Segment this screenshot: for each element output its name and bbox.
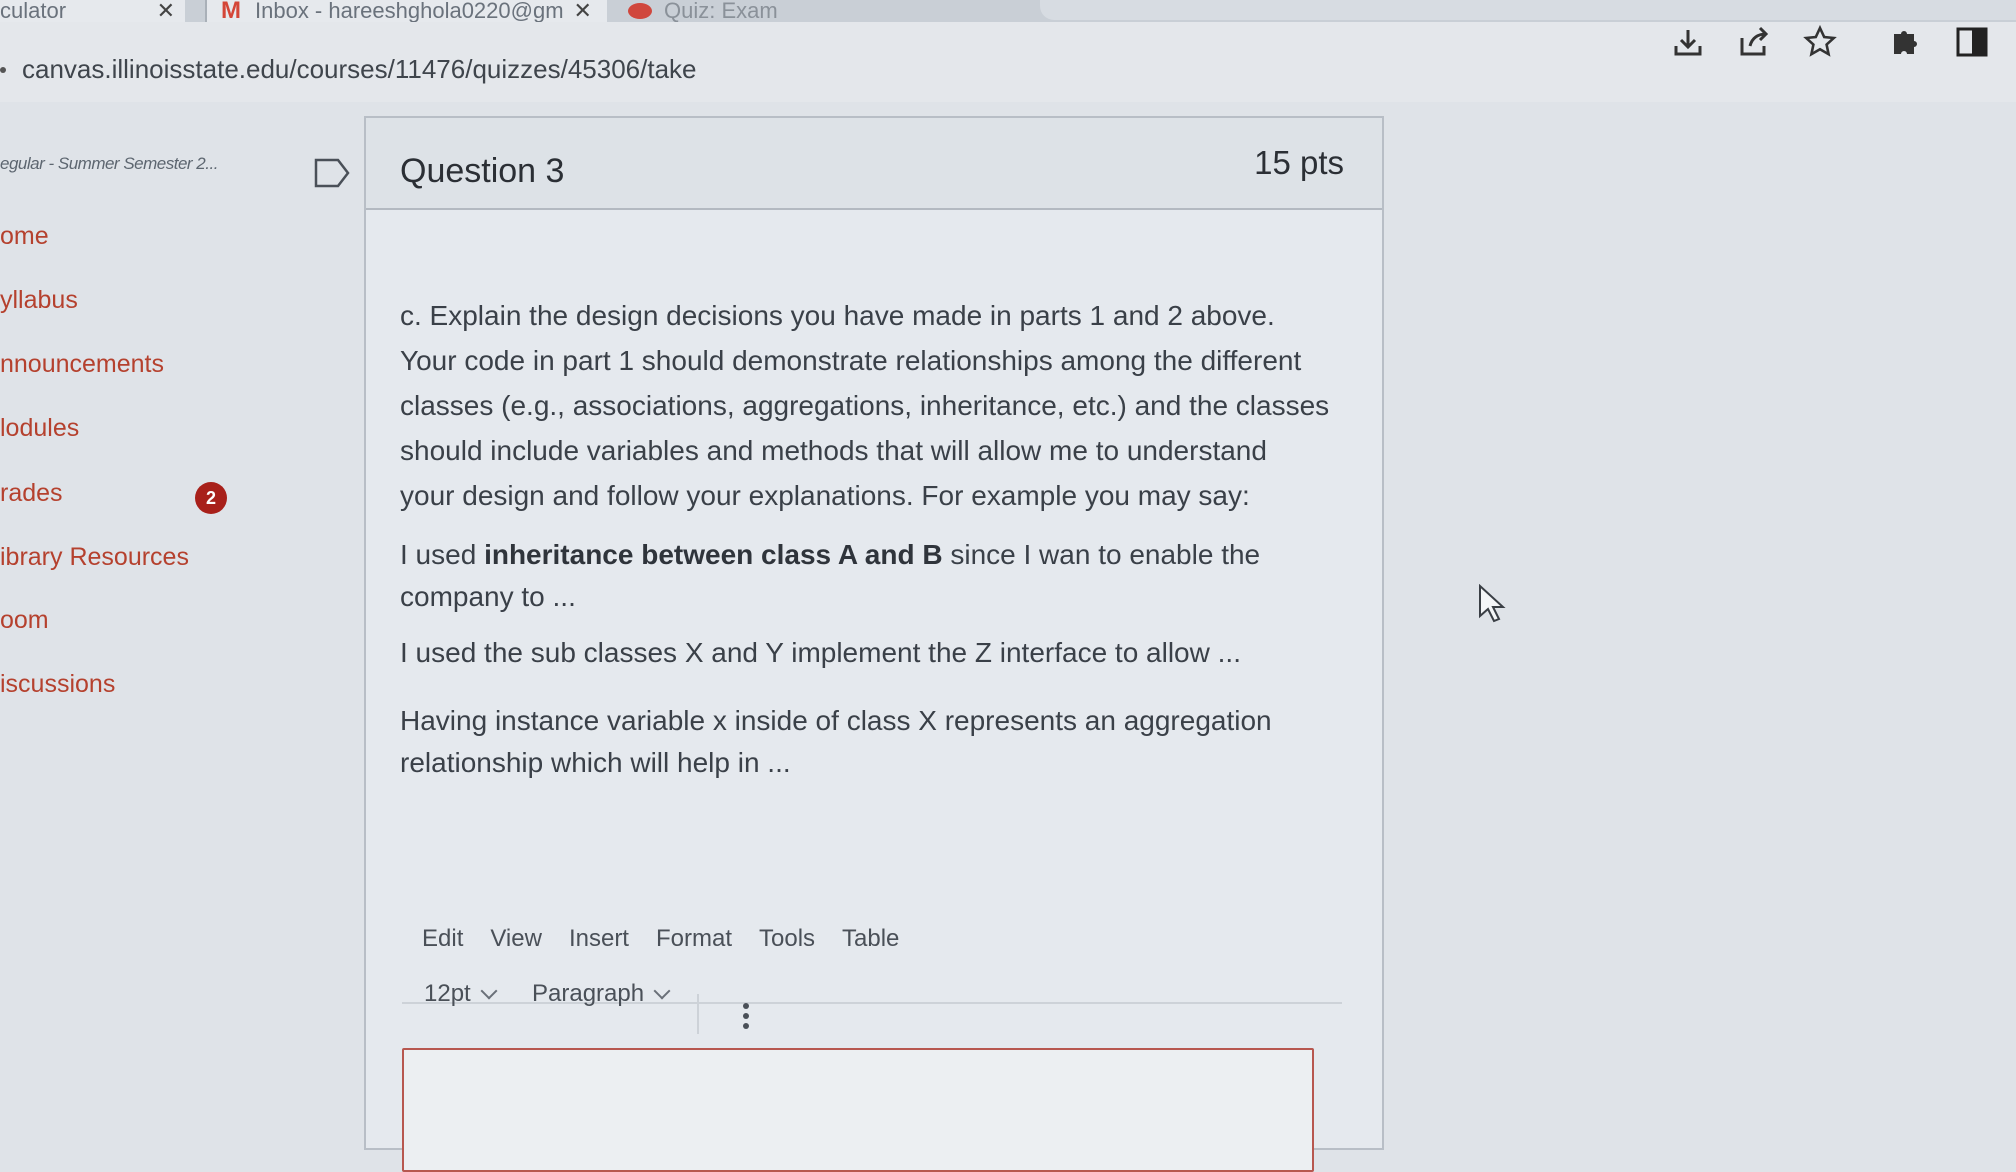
block-format-value: Paragraph bbox=[532, 980, 645, 1007]
menu-view[interactable]: View bbox=[490, 925, 542, 953]
example-aggregation: Having instance variable x inside of cla… bbox=[400, 700, 1360, 784]
close-icon[interactable]: ✕ bbox=[574, 0, 592, 24]
block-format-select[interactable]: Paragraph bbox=[532, 980, 671, 1008]
chevron-down-icon bbox=[480, 982, 498, 1000]
prompt-line: should include variables and methods tha… bbox=[400, 435, 1267, 466]
example-text: I used bbox=[400, 539, 485, 570]
question-title: Question 3 bbox=[400, 152, 565, 190]
question-prompt: c. Explain the design decisions you have… bbox=[400, 293, 1360, 518]
sidebar-item-modules[interactable]: lodules bbox=[0, 414, 79, 443]
extensions-icon[interactable] bbox=[1886, 24, 1922, 60]
editor-menubar: Edit View Insert Format Tools Table bbox=[422, 925, 926, 953]
menu-insert[interactable]: Insert bbox=[569, 925, 629, 953]
sidebar-item-home[interactable]: ome bbox=[0, 222, 49, 251]
question-points: 15 pts bbox=[1254, 144, 1344, 181]
close-icon[interactable]: ✕ bbox=[157, 0, 175, 24]
example-text: Having instance variable x inside of cla… bbox=[400, 705, 1272, 736]
tab-title: Quiz: Exam bbox=[664, 0, 778, 23]
sidebar-item-grades[interactable]: rades bbox=[0, 479, 63, 508]
canvas-icon bbox=[628, 3, 652, 19]
tab-quiz[interactable]: Quiz: Exam bbox=[620, 0, 1040, 23]
menu-edit[interactable]: Edit bbox=[422, 925, 463, 953]
sidebar-item-discussions[interactable]: iscussions bbox=[0, 670, 115, 699]
answer-editor[interactable] bbox=[402, 1048, 1314, 1172]
sidebar-item-zoom[interactable]: oom bbox=[0, 606, 49, 635]
tab-strip-extra bbox=[1040, 0, 2016, 20]
menu-tools[interactable]: Tools bbox=[759, 925, 815, 953]
vertical-dots-icon[interactable] bbox=[742, 1002, 750, 1030]
toolbar-divider bbox=[697, 994, 699, 1034]
tab-inbox[interactable]: M Inbox - hareeshghola0220@gm ✕ bbox=[205, 0, 607, 24]
example-text: company to ... bbox=[400, 581, 576, 612]
prompt-line: c. Explain the design decisions you have… bbox=[400, 300, 1275, 331]
tab-title: culator bbox=[0, 0, 67, 23]
chevron-down-icon bbox=[653, 982, 671, 1000]
example-inheritance: I used inheritance between class A and B… bbox=[400, 534, 1360, 618]
example-interface: I used the sub classes X and Y implement… bbox=[400, 637, 1241, 668]
address-bar[interactable]: canvas.illinoisstate.edu/courses/11476/q… bbox=[22, 54, 697, 85]
question-header: Question 3 15 pts bbox=[366, 118, 1382, 210]
sidebar-item-syllabus[interactable]: yllabus bbox=[0, 286, 78, 315]
menu-format[interactable]: Format bbox=[656, 925, 732, 953]
grades-badge: 2 bbox=[195, 482, 227, 514]
download-icon[interactable] bbox=[1670, 24, 1706, 60]
question-card: Question 3 15 pts c. Explain the design … bbox=[364, 116, 1384, 1172]
sidebar-item-library[interactable]: ibrary Resources bbox=[0, 543, 189, 572]
flag-question-icon[interactable] bbox=[314, 158, 350, 188]
tab-strip: culator ✕ M Inbox - hareeshghola0220@gm … bbox=[0, 0, 2016, 24]
prompt-line: your design and follow your explanations… bbox=[400, 480, 1250, 511]
prompt-line: classes (e.g., associations, aggregation… bbox=[400, 390, 1330, 421]
menu-table[interactable]: Table bbox=[842, 925, 899, 953]
sidepanel-icon[interactable] bbox=[1954, 24, 1990, 60]
site-info-icon[interactable] bbox=[0, 67, 6, 73]
example-bold: inheritance between class A and B bbox=[484, 539, 943, 570]
example-text: relationship which will help in ... bbox=[400, 747, 791, 778]
example-text: since I wan to enable the bbox=[942, 539, 1261, 570]
mouse-pointer-icon bbox=[1479, 584, 1506, 623]
font-size-value: 12pt bbox=[424, 980, 471, 1007]
share-icon[interactable] bbox=[1736, 24, 1772, 60]
sidebar-item-announcements[interactable]: nnouncements bbox=[0, 350, 164, 379]
course-sidebar bbox=[0, 102, 362, 1134]
tab-calculator[interactable]: culator ✕ bbox=[0, 0, 185, 24]
font-size-select[interactable]: 12pt bbox=[424, 980, 498, 1008]
star-icon[interactable] bbox=[1802, 24, 1838, 60]
tab-title: Inbox - hareeshghola0220@gm bbox=[255, 0, 564, 23]
prompt-line: Your code in part 1 should demonstrate r… bbox=[400, 345, 1302, 376]
course-term: egular - Summer Semester 2... bbox=[0, 154, 218, 173]
